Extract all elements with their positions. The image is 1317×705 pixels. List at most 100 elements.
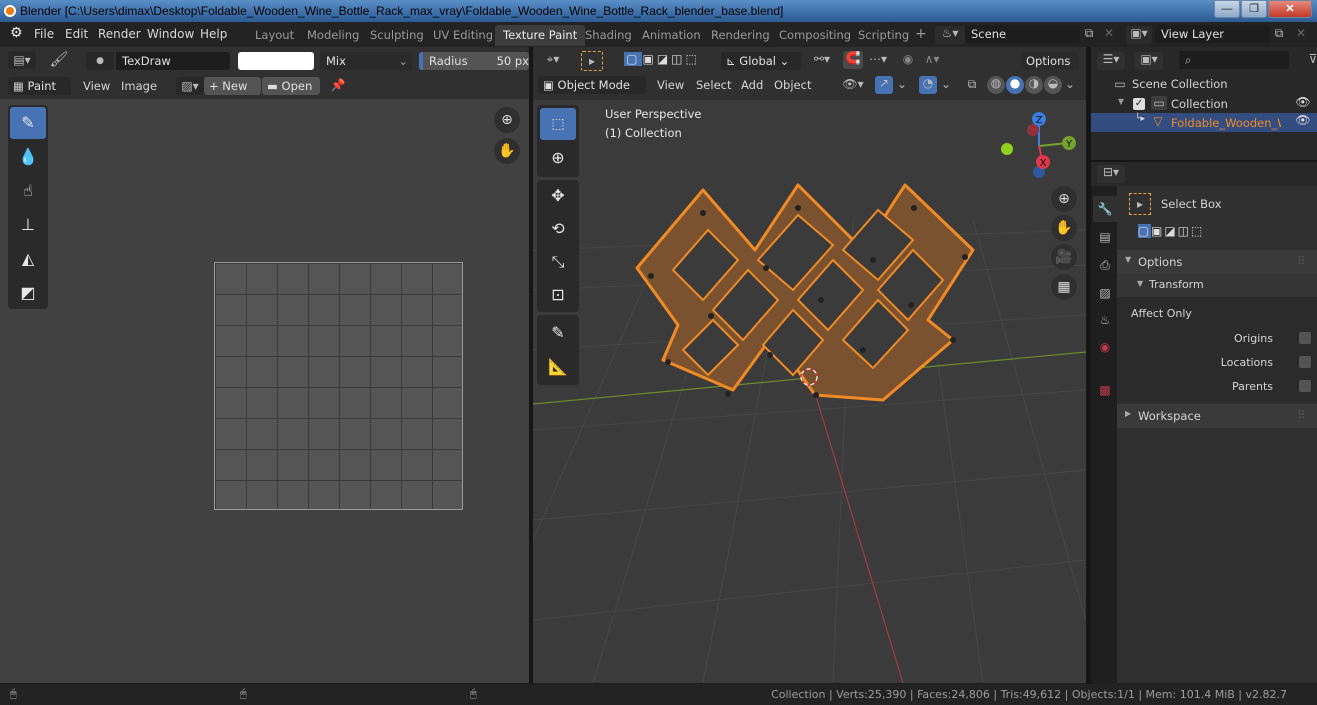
filter-icon[interactable]: ⊽: [1307, 52, 1317, 66]
perspective-toggle-icon[interactable]: ▦: [1051, 274, 1077, 300]
shading-wireframe-icon[interactable]: ◍: [987, 76, 1005, 94]
collection-exclude-checkbox[interactable]: ✓: [1133, 98, 1145, 110]
zoom-view-icon[interactable]: ⊕: [494, 107, 520, 133]
blend-mode-dropdown[interactable]: Mix ⌄: [320, 52, 412, 70]
editor-type-3d-icon[interactable]: ⌖▾: [541, 52, 565, 67]
tool-mask-icon[interactable]: ◩: [10, 277, 46, 309]
shading-rendered-icon[interactable]: ◒: [1044, 76, 1062, 94]
display-mode-icon[interactable]: ▣▾: [1135, 52, 1163, 70]
tool-scale-icon[interactable]: ⤡: [540, 246, 576, 278]
tab-scripting[interactable]: Scripting: [850, 25, 917, 46]
texture-canvas[interactable]: [214, 262, 463, 510]
overlays-toggle-icon[interactable]: ◔: [919, 76, 937, 94]
menu-edit[interactable]: Edit: [65, 27, 88, 41]
new-view-layer-icon[interactable]: ⧉: [1270, 26, 1288, 41]
close-window-button[interactable]: ✕: [1268, 0, 1312, 18]
transform-orientation-dropdown[interactable]: ⊾ Global ⌄: [721, 52, 801, 70]
tool-clone-icon[interactable]: ⊥: [10, 209, 46, 241]
tab-sculpting[interactable]: Sculpting: [362, 25, 432, 46]
xray-toggle-icon[interactable]: ⧉: [963, 77, 981, 92]
tab-view-layer-icon[interactable]: ▨: [1093, 286, 1117, 300]
camera-view-icon[interactable]: 🎥: [1051, 244, 1077, 270]
visibility-selectability-icon[interactable]: 👁▾: [839, 77, 867, 91]
workspace-panel-header[interactable]: ▶ Workspace ⠿: [1117, 404, 1317, 428]
view-layer-selector-icon[interactable]: ▣▾: [1126, 26, 1152, 44]
snap-target-icon[interactable]: ⋯▾: [865, 52, 891, 66]
tool-move-icon[interactable]: ✥: [540, 180, 576, 212]
tool-draw-icon[interactable]: ✎: [10, 107, 46, 139]
brush-name-field[interactable]: TexDraw: [116, 52, 230, 70]
new-image-button[interactable]: + New: [204, 77, 261, 95]
tab-tool-icon[interactable]: 🔧: [1093, 196, 1117, 222]
tool-annotate-icon[interactable]: ✎: [540, 317, 576, 349]
snap-icon[interactable]: 🧲: [843, 51, 863, 69]
tool-smear-icon[interactable]: ☝: [10, 175, 46, 207]
menu-render[interactable]: Render: [98, 27, 141, 41]
tool-measure-icon[interactable]: 📐: [540, 351, 576, 383]
pivot-point-icon[interactable]: ⚯▾: [809, 52, 835, 66]
outliner-row-object[interactable]: └▸ ▽ Foldable_Wooden_Wine_ 👁: [1091, 113, 1317, 132]
scene-collection-label[interactable]: Scene Collection: [1132, 77, 1228, 91]
open-image-button[interactable]: ▬ Open: [262, 77, 320, 95]
overlays-dropdown-icon[interactable]: ⌄: [939, 77, 953, 91]
tab-texture-icon[interactable]: ▩: [1093, 383, 1117, 397]
tab-scene-icon[interactable]: ♨: [1093, 313, 1117, 327]
menu-viewport-view[interactable]: View: [657, 78, 684, 92]
menu-image[interactable]: Image: [121, 79, 157, 93]
scene-selector-icon[interactable]: ♨▾: [935, 26, 965, 44]
pan-view-icon[interactable]: ✋: [494, 138, 520, 164]
tab-animation[interactable]: Animation: [634, 25, 709, 46]
delete-scene-icon[interactable]: ✕: [1100, 26, 1118, 40]
image-browse-icon[interactable]: ▨▾: [176, 77, 204, 95]
locations-checkbox[interactable]: [1299, 356, 1311, 368]
shading-material-icon[interactable]: ◑: [1025, 76, 1043, 94]
tab-layout[interactable]: Layout: [247, 25, 302, 46]
object-mode-dropdown[interactable]: ▣ Object Mode ⌄: [538, 76, 646, 110]
tool-soften-icon[interactable]: 💧: [10, 141, 46, 173]
3d-viewport[interactable]: User Perspective (1) Collection ⬚ ⊕ ✥ ⟲ …: [533, 100, 1086, 683]
origins-checkbox[interactable]: [1299, 332, 1311, 344]
outliner-search-field[interactable]: ⌕: [1179, 51, 1289, 69]
tab-compositing[interactable]: Compositing: [771, 25, 859, 46]
brush-color-swatch[interactable]: [238, 52, 314, 70]
add-workspace-button[interactable]: +: [915, 26, 927, 42]
shading-solid-icon[interactable]: ●: [1006, 76, 1024, 94]
tab-world-icon[interactable]: ◉: [1093, 340, 1117, 354]
selection-mode-icons[interactable]: ▢ ▣◪◫⬚: [617, 52, 707, 70]
options-panel-header[interactable]: ▼ Options ⠿: [1117, 250, 1317, 274]
tab-render-icon[interactable]: ▤: [1093, 230, 1117, 244]
tool-fill-icon[interactable]: ◭: [10, 243, 46, 275]
paint-mode-dropdown[interactable]: ▦ Paint ⌄: [8, 77, 71, 111]
tab-rendering[interactable]: Rendering: [703, 25, 778, 46]
tab-modeling[interactable]: Modeling: [299, 25, 367, 46]
menu-viewport-object[interactable]: Object: [774, 78, 811, 92]
zoom-viewport-icon[interactable]: ⊕: [1051, 186, 1077, 212]
tool-cursor-icon[interactable]: ⊕: [540, 142, 576, 174]
shading-dropdown-icon[interactable]: ⌄: [1063, 77, 1077, 91]
menu-viewport-add[interactable]: Add: [741, 78, 763, 92]
drag-handle-icon[interactable]: ⠿: [1297, 254, 1305, 268]
collection-label[interactable]: Collection: [1171, 97, 1228, 111]
delete-view-layer-icon[interactable]: ✕: [1292, 26, 1310, 40]
workspace-drag-handle-icon[interactable]: ⠿: [1297, 408, 1305, 422]
falloff-icon[interactable]: ∧▾: [919, 52, 945, 66]
maximize-button[interactable]: ❐: [1241, 0, 1267, 18]
tool-rotate-icon[interactable]: ⟲: [540, 213, 576, 245]
blender-logo-icon[interactable]: ⚙: [10, 25, 23, 41]
outliner-editor-type-icon[interactable]: ☰▾: [1097, 52, 1125, 70]
expand-arrow-icon[interactable]: ▼: [1116, 97, 1126, 106]
select-box-icon[interactable]: ▸: [581, 51, 603, 71]
pin-icon[interactable]: 📌: [329, 78, 347, 92]
collection-visibility-eye-icon[interactable]: 👁: [1295, 95, 1311, 109]
gizmos-toggle-icon[interactable]: ↗: [875, 76, 893, 94]
new-scene-icon[interactable]: ⧉: [1080, 26, 1098, 41]
editor-type-icon[interactable]: ▤▾: [8, 51, 36, 69]
tab-shading[interactable]: Shading: [577, 25, 640, 46]
radius-slider[interactable]: Radius 50 px: [419, 52, 529, 70]
properties-editor-type-icon[interactable]: ⊟▾: [1097, 165, 1125, 183]
menu-view[interactable]: View: [83, 79, 110, 93]
view-layer-name-field[interactable]: View Layer: [1155, 25, 1270, 43]
select-mode-icons[interactable]: ▢▣◪◫⬚: [1126, 224, 1216, 238]
gizmos-dropdown-icon[interactable]: ⌄: [895, 77, 909, 91]
parents-checkbox[interactable]: [1299, 380, 1311, 392]
